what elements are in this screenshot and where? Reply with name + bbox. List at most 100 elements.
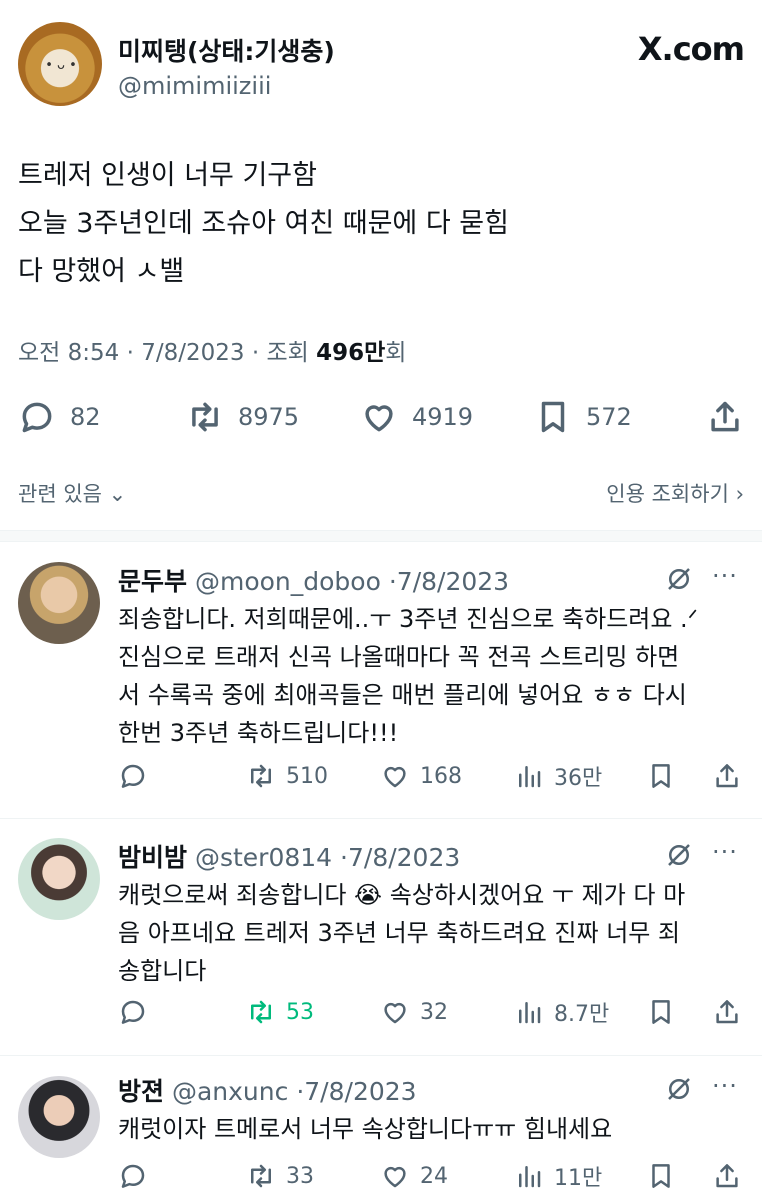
author-avatar[interactable]: • ᴗ • (18, 22, 102, 106)
reply-line: 캐럿으로써 죄송합니다 😭 속상하시겠어요 ㅜ 제가 다 마 (118, 881, 686, 909)
bookmark-count: 572 (586, 403, 632, 431)
reply-date[interactable]: 7/8/2023 (304, 1077, 416, 1106)
bookmark-button[interactable] (646, 1158, 686, 1194)
repost-count: 8975 (238, 403, 300, 431)
reply-icon (121, 1000, 145, 1024)
relevance-label: 관련 있음 (18, 482, 102, 506)
like-button[interactable]: 4919 (360, 394, 473, 440)
avatar-face: • ᴗ • (45, 58, 77, 73)
share-button[interactable] (712, 994, 752, 1030)
bookmark-icon (652, 764, 670, 788)
meta-separator: · (388, 567, 397, 596)
more-options-icon[interactable]: ··· (712, 1072, 738, 1100)
like-button[interactable]: 168 (380, 758, 462, 794)
meta-separator: · (340, 843, 348, 872)
reply-icon (121, 1164, 145, 1188)
avatar[interactable] (18, 562, 100, 644)
repost-button[interactable]: 33 (246, 1158, 314, 1194)
share-button[interactable] (706, 394, 758, 440)
reply-item[interactable]: 문두부 @moon_doboo ·7/8/2023 ··· 죄송합니다. 저희때… (0, 562, 762, 802)
repost-count: 53 (286, 999, 314, 1025)
views-label: 조회 (266, 340, 309, 366)
reply-author-name[interactable]: 방젼 (118, 1077, 164, 1106)
bookmark-button[interactable]: 572 (534, 394, 632, 440)
views-button[interactable]: 11만 (514, 1158, 602, 1194)
view-quotes-label: 인용 조회하기 (606, 482, 729, 506)
reply-line: 진심으로 트래저 신곡 나올때마다 꼭 전곡 스트리밍 하면 (118, 643, 680, 671)
grok-icon[interactable] (664, 840, 694, 870)
reply-author-handle[interactable]: @ster0814 (195, 843, 332, 872)
reply-text: 캐럿으로써 죄송합니다 😭 속상하시겠어요 ㅜ 제가 다 마 음 아프네요 트레… (118, 876, 748, 990)
reply-icon (121, 764, 145, 788)
reply-count: 82 (70, 403, 101, 431)
grok-icon[interactable] (664, 1074, 694, 1104)
reply-actions: 33 24 11만 (118, 1158, 744, 1194)
tweet-time[interactable]: 오전 8:54 (18, 340, 119, 366)
view-quotes-link[interactable]: 인용 조회하기 › (606, 478, 744, 508)
repost-count: 33 (286, 1163, 314, 1189)
bookmark-icon (652, 1164, 670, 1188)
reply-line: 죄송합니다. 저희때문에..ㅜ 3주년 진심으로 축하드려요 .ᐟ (118, 605, 698, 633)
views-count: 496만 (316, 340, 386, 366)
bookmark-icon (652, 1000, 670, 1024)
avatar[interactable] (18, 838, 100, 920)
more-options-icon[interactable]: ··· (712, 838, 738, 866)
reply-author-name[interactable]: 밤비밤 (118, 843, 187, 872)
meta-separator: · (251, 340, 267, 366)
tweet-line: 오늘 3주년인데 조슈아 여친 때문에 다 묻힘 (18, 208, 509, 239)
analytics-icon (519, 1002, 541, 1024)
like-count: 32 (420, 999, 448, 1025)
reply-author-handle[interactable]: @moon_doboo (195, 567, 381, 596)
tweet-date[interactable]: 7/8/2023 (141, 340, 244, 366)
grok-icon[interactable] (664, 564, 694, 594)
reply-button[interactable] (118, 1158, 158, 1194)
reply-author-handle[interactable]: @anxunc (172, 1077, 288, 1106)
share-icon (711, 401, 739, 432)
reply-item[interactable]: 밤비밤 @ster0814 ·7/8/2023 ··· 캐럿으로써 죄송합니다 … (0, 838, 762, 1038)
reply-author-name[interactable]: 문두부 (118, 567, 187, 596)
like-count: 168 (420, 763, 462, 789)
heart-icon (384, 766, 406, 788)
views-button[interactable]: 8.7만 (514, 994, 609, 1030)
reply-date[interactable]: 7/8/2023 (397, 567, 509, 596)
repost-button[interactable]: 510 (246, 758, 328, 794)
tweet-header: • ᴗ • 미찌탱(상태:기생충) @mimimiiziii X.com (18, 22, 745, 112)
author-handle[interactable]: @mimimiiziii (118, 72, 271, 100)
like-button[interactable]: 32 (380, 994, 448, 1030)
like-button[interactable]: 24 (380, 1158, 448, 1194)
repost-button[interactable]: 53 (246, 994, 314, 1030)
reply-icon (22, 402, 52, 433)
tweet-actions: 82 8975 4919 572 (18, 394, 744, 440)
views-count: 8.7만 (554, 1002, 610, 1027)
reply-button[interactable] (118, 994, 158, 1030)
views-count: 36만 (554, 766, 603, 791)
share-icon (716, 764, 738, 788)
tweet-meta: 오전 8:54 · 7/8/2023 · 조회 496만회 (18, 333, 406, 367)
more-options-icon[interactable]: ··· (712, 562, 738, 590)
reply-line: 송합니다 (118, 957, 207, 985)
relevance-sort-button[interactable]: 관련 있음 ⌄ (18, 478, 126, 508)
share-button[interactable] (712, 758, 752, 794)
avatar[interactable] (18, 1076, 100, 1158)
repost-icon (251, 764, 271, 788)
views-suffix: 회 (385, 340, 407, 366)
like-count: 4919 (412, 403, 474, 431)
reply-actions: 510 168 36만 (118, 758, 744, 794)
heart-icon (384, 1166, 406, 1188)
bookmark-button[interactable] (646, 994, 686, 1030)
repost-icon (251, 1164, 271, 1188)
reply-actions: 53 32 8.7만 (118, 994, 744, 1030)
reply-button[interactable] (118, 758, 158, 794)
reply-header: 밤비밤 @ster0814 ·7/8/2023 (118, 838, 460, 874)
reply-button[interactable]: 82 (18, 394, 101, 440)
reply-item[interactable]: 방젼 @anxunc ·7/8/2023 ··· 캐럿이자 트메로서 너무 속상… (0, 1072, 762, 1200)
reply-date[interactable]: 7/8/2023 (348, 843, 460, 872)
share-button[interactable] (712, 1158, 752, 1194)
bookmark-button[interactable] (646, 758, 686, 794)
reply-line: 한번 3주년 축하드립니다!!! (118, 719, 399, 747)
views-count: 11만 (554, 1166, 603, 1191)
author-name[interactable]: 미찌탱(상태:기생충) (118, 32, 335, 68)
repost-button[interactable]: 8975 (186, 394, 299, 440)
views-button[interactable]: 36만 (514, 758, 602, 794)
reply-line: 서 수록곡 중에 최애곡들은 매번 플리에 넣어요 ㅎㅎ 다시 (118, 681, 687, 709)
